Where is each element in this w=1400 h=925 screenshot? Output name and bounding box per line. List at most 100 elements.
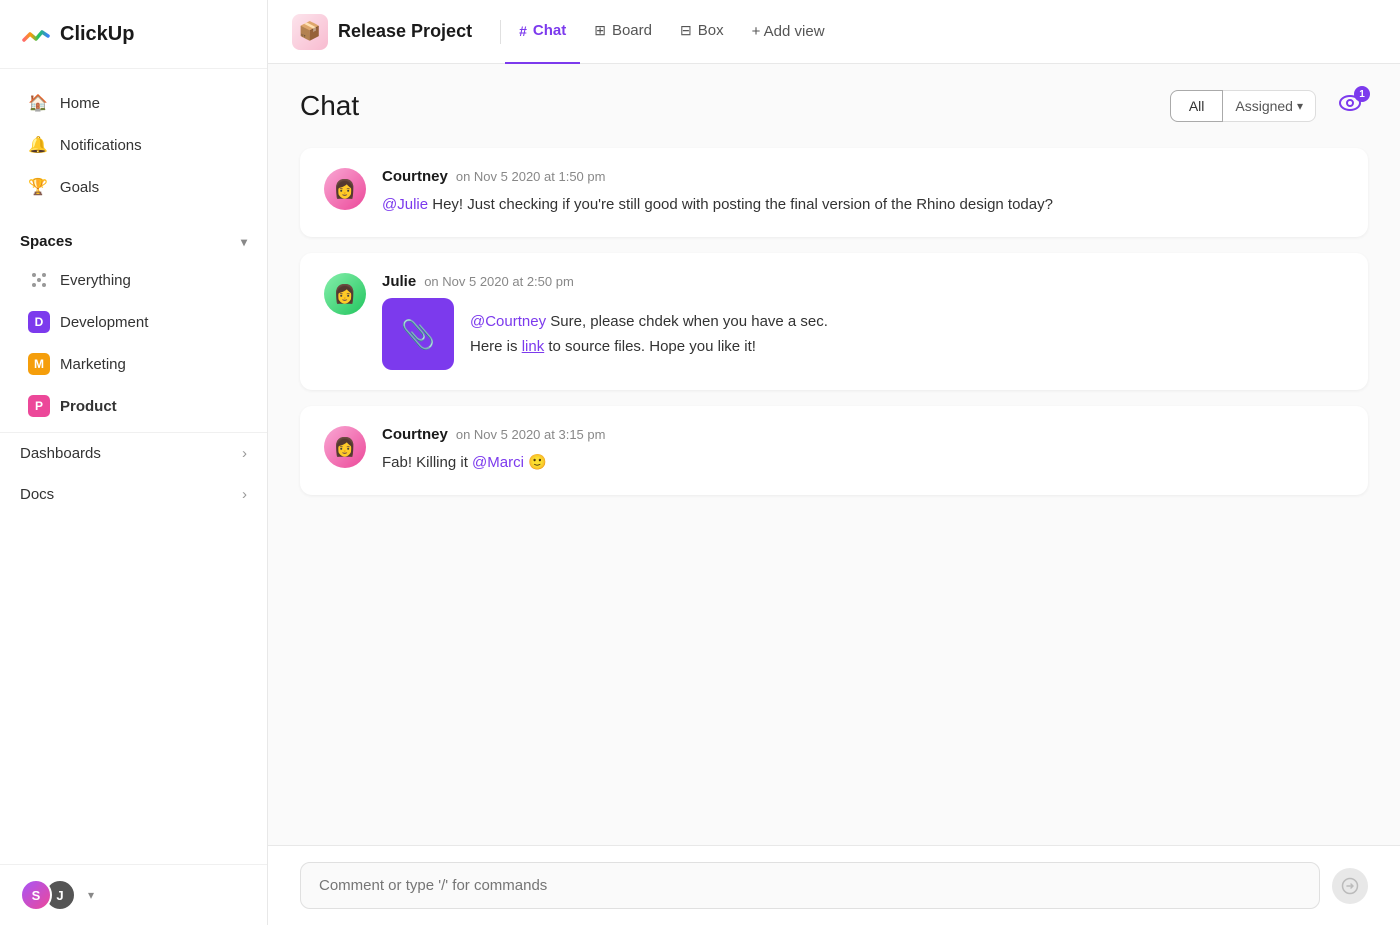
msg-mention-marci: @Marci (472, 454, 524, 471)
docs-expand-icon: › (242, 486, 247, 503)
sidebar-item-marketing[interactable]: M Marketing (8, 344, 259, 384)
comment-input[interactable] (300, 862, 1320, 909)
spaces-chevron-icon: ▾ (241, 235, 247, 249)
avatar-group: S J (20, 879, 76, 911)
chat-controls: All Assigned ▾ 1 (1170, 88, 1368, 124)
tab-box[interactable]: ⊟ Box (666, 0, 738, 64)
sidebar-item-product[interactable]: P Product (8, 386, 259, 426)
chat-area: Chat All Assigned ▾ 1 (268, 64, 1400, 925)
msg-text-body-3b: 🙂 (528, 454, 547, 471)
msg-time-2: on Nov 5 2020 at 2:50 pm (424, 274, 574, 289)
goals-icon: 🏆 (28, 177, 48, 197)
message-card-1: 👩 Courtney on Nov 5 2020 at 1:50 pm @Jul… (300, 148, 1368, 237)
chat-tab-icon: # (519, 23, 527, 39)
msg-text-body-3a: Fab! Killing it (382, 454, 472, 471)
filter-assigned-button[interactable]: Assigned ▾ (1223, 90, 1316, 122)
sidebar-logo: ClickUp (0, 0, 267, 69)
space-label-marketing: Marketing (60, 356, 126, 373)
space-label-everything: Everything (60, 272, 131, 289)
watch-button[interactable]: 1 (1332, 88, 1368, 124)
msg-text-1: @Julie Hey! Just checking if you're stil… (382, 193, 1344, 217)
watch-badge: 1 (1354, 86, 1370, 102)
space-badge-product: P (28, 395, 50, 417)
attachment-icon: 📎 (401, 318, 436, 351)
sidebar-nav: 🏠 Home 🔔 Notifications 🏆 Goals (0, 69, 267, 221)
avatar-s: S (20, 879, 52, 911)
sidebar-extra-sections: Dashboards › Docs › (0, 432, 267, 515)
topbar-project: 📦 Release Project (292, 14, 472, 50)
space-badge-development: D (28, 311, 50, 333)
msg-meta-2: Julie on Nov 5 2020 at 2:50 pm (382, 273, 1344, 290)
msg-author-1: Courtney (382, 168, 448, 185)
app-title: ClickUp (60, 23, 134, 46)
msg-meta-1: Courtney on Nov 5 2020 at 1:50 pm (382, 168, 1344, 185)
everything-icon (28, 269, 50, 291)
msg-mention-julie: @Julie (382, 196, 428, 213)
comment-bar (268, 845, 1400, 925)
spaces-label: Spaces (20, 233, 73, 250)
sidebar-item-notifications[interactable]: 🔔 Notifications (8, 125, 259, 165)
tab-board[interactable]: ⊞ Board (580, 0, 666, 64)
sidebar-item-docs[interactable]: Docs › (0, 474, 267, 515)
dashboards-expand-icon: › (242, 445, 247, 462)
sidebar-item-label-notifications: Notifications (60, 137, 142, 154)
dashboards-label: Dashboards (20, 445, 101, 462)
comment-send-icon[interactable] (1332, 868, 1368, 904)
sidebar-item-dashboards[interactable]: Dashboards › (0, 433, 267, 474)
add-view-button[interactable]: + Add view (738, 0, 839, 64)
space-badge-marketing: M (28, 353, 50, 375)
notifications-icon: 🔔 (28, 135, 48, 155)
sidebar-item-label-goals: Goals (60, 179, 99, 196)
attachment-text: @Courtney Sure, please chdek when you ha… (470, 309, 828, 360)
avatar-courtney-3: 👩 (324, 426, 366, 468)
filter-dropdown-icon: ▾ (1297, 99, 1303, 113)
clickup-logo-icon (20, 18, 52, 50)
message-content-3: Courtney on Nov 5 2020 at 3:15 pm Fab! K… (382, 426, 1344, 475)
msg-author-2: Julie (382, 273, 416, 290)
msg-text-3: Fab! Killing it @Marci 🙂 (382, 451, 1344, 475)
sidebar-item-everything[interactable]: Everything (8, 260, 259, 300)
topbar: 📦 Release Project # Chat ⊞ Board ⊟ Box +… (268, 0, 1400, 64)
topbar-divider (500, 20, 501, 44)
message-content-1: Courtney on Nov 5 2020 at 1:50 pm @Julie… (382, 168, 1344, 217)
home-icon: 🏠 (28, 93, 48, 113)
msg-text-body-2b: to source files. Hope you like it! (548, 338, 756, 355)
msg-time-1: on Nov 5 2020 at 1:50 pm (456, 169, 606, 184)
space-label-development: Development (60, 314, 148, 331)
msg-mention-courtney: @Courtney (470, 313, 546, 330)
chat-header: Chat All Assigned ▾ 1 (268, 64, 1400, 140)
message-content-2: Julie on Nov 5 2020 at 2:50 pm 📎 @Courtn… (382, 273, 1344, 370)
sidebar-item-development[interactable]: D Development (8, 302, 259, 342)
chat-filters: All Assigned ▾ (1170, 90, 1316, 122)
filter-assigned-label: Assigned (1235, 98, 1293, 114)
box-tab-icon: ⊟ (680, 22, 692, 39)
spaces-list: Everything D Development M Marketing P P… (0, 258, 267, 428)
filter-all-button[interactable]: All (1170, 90, 1224, 122)
sidebar-item-label-home: Home (60, 95, 100, 112)
msg-link[interactable]: link (522, 338, 545, 355)
project-title: Release Project (338, 21, 472, 42)
sidebar: ClickUp 🏠 Home 🔔 Notifications 🏆 Goals S… (0, 0, 268, 925)
attachment-thumbnail[interactable]: 📎 (382, 298, 454, 370)
tab-chat-label: Chat (533, 22, 566, 39)
sidebar-footer: S J ▾ (0, 864, 267, 925)
tab-board-label: Board (612, 22, 652, 39)
sidebar-item-home[interactable]: 🏠 Home (8, 83, 259, 123)
avatar-julie-2: 👩 (324, 273, 366, 315)
docs-label: Docs (20, 486, 54, 503)
msg-author-3: Courtney (382, 426, 448, 443)
message-card-3: 👩 Courtney on Nov 5 2020 at 3:15 pm Fab!… (300, 406, 1368, 495)
space-label-product: Product (60, 398, 117, 415)
msg-time-3: on Nov 5 2020 at 3:15 pm (456, 427, 606, 442)
tab-chat[interactable]: # Chat (505, 0, 580, 64)
tab-box-label: Box (698, 22, 724, 39)
add-view-label: + Add view (752, 23, 825, 40)
spaces-header[interactable]: Spaces ▾ (0, 221, 267, 258)
msg-text-body-1: Hey! Just checking if you're still good … (432, 196, 1053, 213)
footer-chevron-icon[interactable]: ▾ (88, 888, 94, 902)
messages-list: 👩 Courtney on Nov 5 2020 at 1:50 pm @Jul… (268, 140, 1400, 845)
sidebar-item-goals[interactable]: 🏆 Goals (8, 167, 259, 207)
main-content: 📦 Release Project # Chat ⊞ Board ⊟ Box +… (268, 0, 1400, 925)
chat-title: Chat (300, 90, 359, 122)
attachment-row: 📎 @Courtney Sure, please chdek when you … (382, 298, 1344, 370)
